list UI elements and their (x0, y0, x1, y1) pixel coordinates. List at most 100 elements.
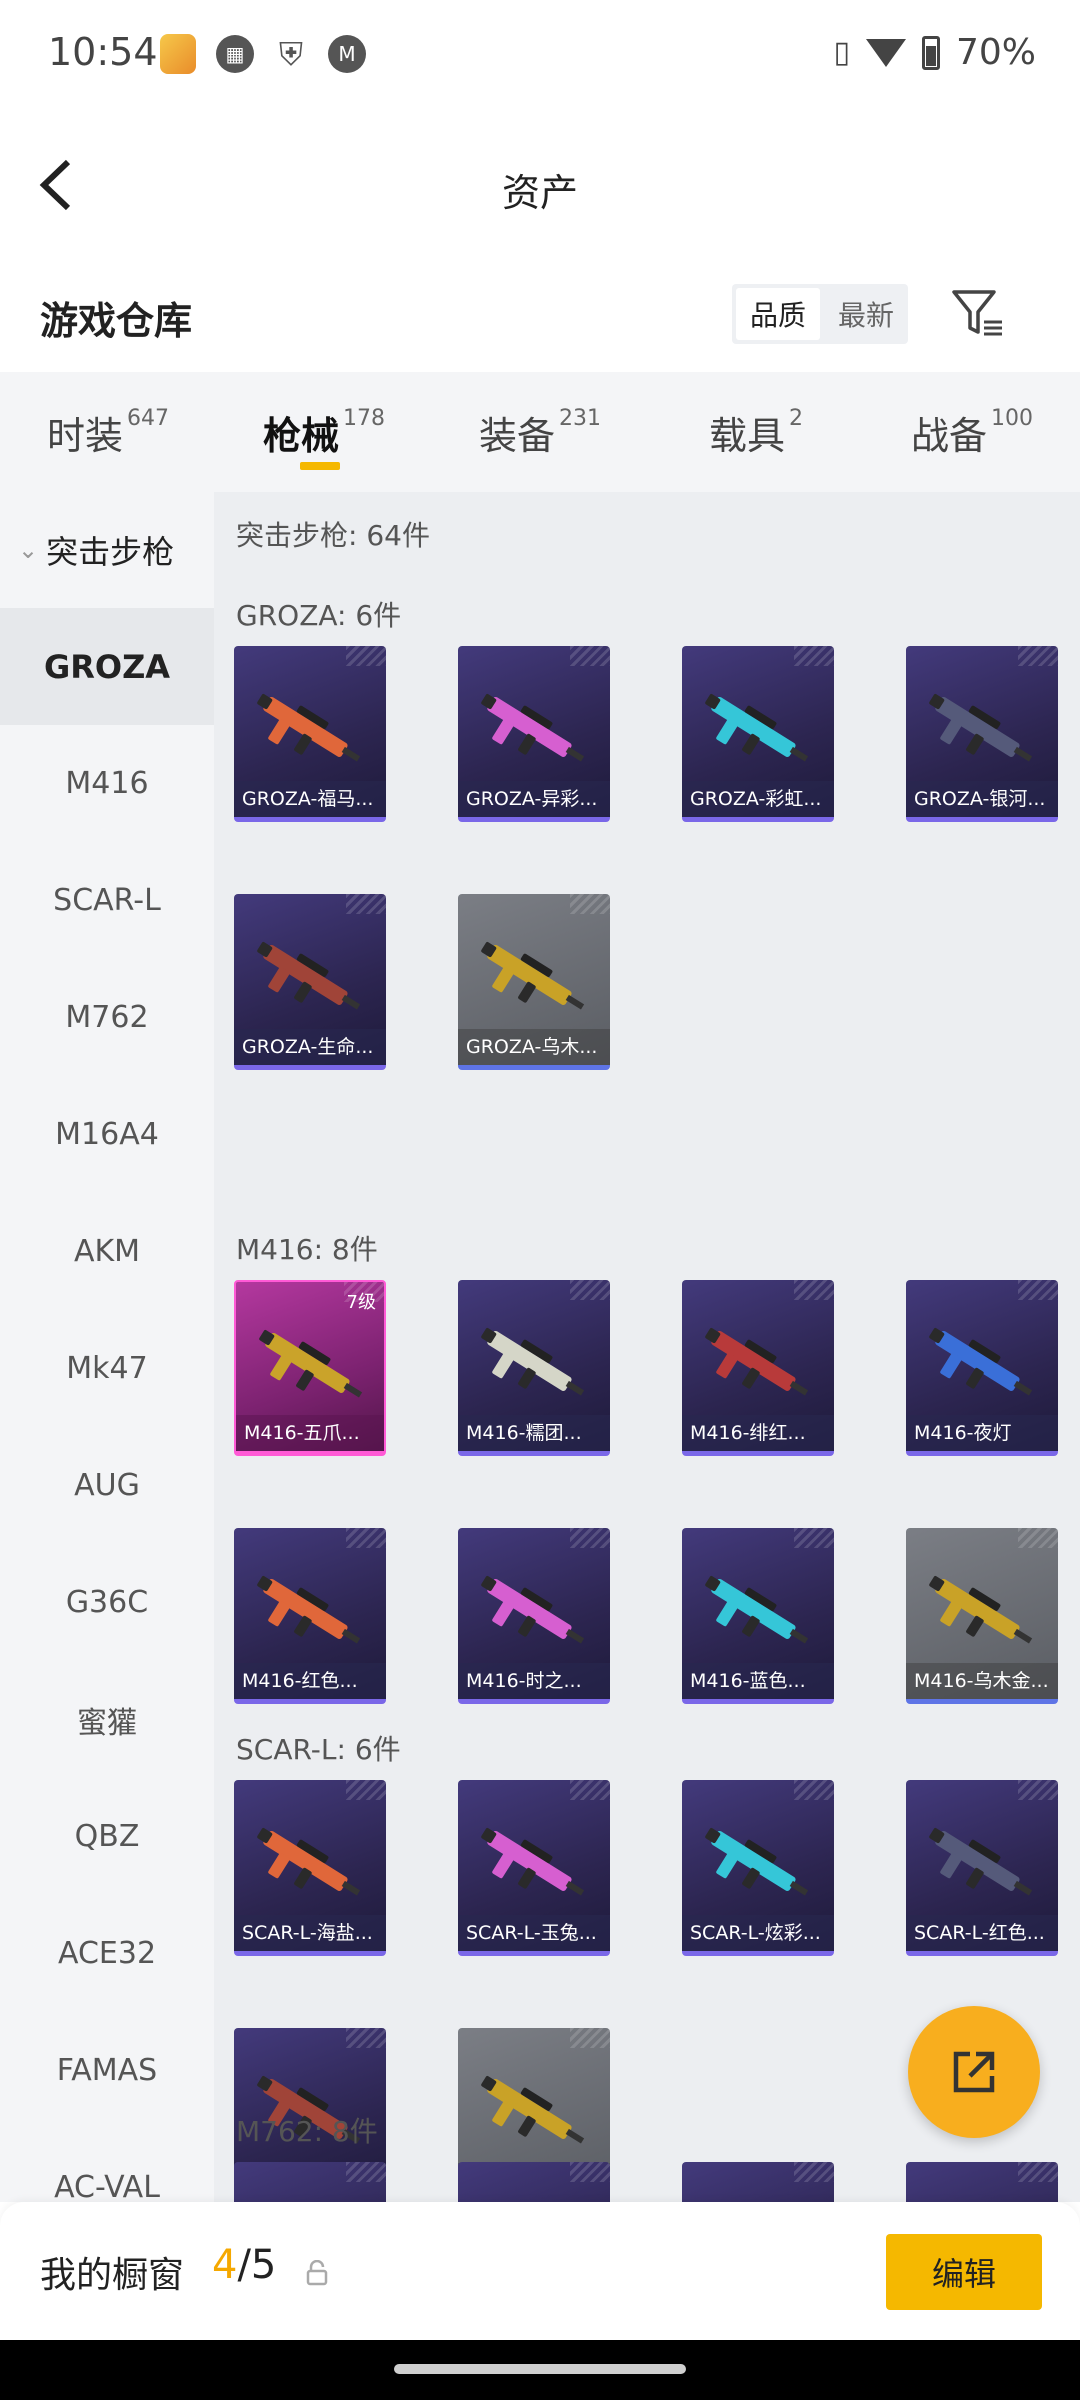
inventory-item-card[interactable]: M416-蓝色... (682, 1528, 834, 1704)
weapon-skin-image (257, 1576, 361, 1644)
inventory-item-card[interactable] (234, 2162, 386, 2202)
sidebar-item[interactable]: GROZA (0, 608, 214, 725)
weapon-skin-image (929, 694, 1033, 762)
showcase-bar: 我的橱窗 4/5 编辑 (0, 2202, 1080, 2340)
tab-count: 231 (559, 405, 601, 431)
calendar-icon: ▦ (216, 35, 254, 73)
item-name: SCAR-L-炫彩... (682, 1915, 834, 1951)
tab-battle-prep[interactable]: 战备 100 (864, 372, 1080, 492)
item-name: M416-夜灯 (906, 1415, 1058, 1451)
sidebar-item[interactable]: M416 (0, 725, 214, 842)
tab-label: 载具 (708, 413, 785, 458)
tab-count: 647 (127, 405, 169, 431)
tab-count: 178 (343, 405, 385, 431)
inventory-item-card[interactable]: SCAR-L-红色... (906, 1780, 1058, 1956)
inventory-item-card[interactable]: M416-红色... (234, 1528, 386, 1704)
sidebar-item[interactable]: G36C (0, 1544, 214, 1661)
status-system-icons: ▯ 70% (833, 32, 1036, 73)
weapon-skin-image (257, 1828, 361, 1896)
inventory-item-card[interactable]: M416-时之... (458, 1528, 610, 1704)
card-decoration (570, 646, 610, 666)
sidebar-category-header[interactable]: ⌄ 突击步枪 (0, 492, 214, 608)
sidebar-item[interactable]: M16A4 (0, 1076, 214, 1193)
sort-quality-button[interactable]: 品质 (736, 288, 820, 340)
edit-button[interactable]: 编辑 (886, 2234, 1042, 2310)
card-decoration (346, 646, 386, 666)
tab-indicator (300, 462, 340, 470)
card-decoration (570, 2028, 610, 2048)
battery-percent: 70% (955, 32, 1036, 73)
share-fab-button[interactable] (908, 2006, 1040, 2138)
card-decoration (794, 1280, 834, 1300)
weapon-skin-image (481, 1828, 585, 1896)
tab-label: 时装 (46, 413, 123, 458)
weapon-skin-image (705, 1576, 809, 1644)
tab-count: 100 (991, 405, 1033, 431)
warehouse-header: 游戏仓库 品质 最新 (0, 260, 1080, 372)
inventory-item-card[interactable]: M416-夜灯 (906, 1280, 1058, 1456)
inventory-item-card[interactable] (906, 2162, 1058, 2202)
status-bar: 10:54 ▦ ⛨ M ▯ 70% (0, 0, 1080, 110)
inventory-item-card[interactable]: GROZA-银河... (906, 646, 1058, 822)
sidebar-category-label: 突击步枪 (46, 533, 175, 571)
weapon-skin-image (481, 694, 585, 762)
card-decoration (570, 1780, 610, 1800)
home-gesture-pill[interactable] (394, 2364, 686, 2374)
tab-count: 2 (789, 405, 803, 431)
weapon-skin-image (481, 1328, 585, 1396)
tab-equipment[interactable]: 装备 231 (432, 372, 648, 492)
card-decoration (794, 1528, 834, 1548)
group-title: SCAR-L: 6件 (236, 1733, 401, 1766)
sidebar-item[interactable]: FAMAS (0, 2012, 214, 2129)
motorola-icon: M (328, 35, 366, 73)
weapon-skin-image (257, 694, 361, 762)
card-decoration (570, 894, 610, 914)
sidebar-item[interactable]: Mk47 (0, 1310, 214, 1427)
inventory-item-card[interactable]: GROZA-乌木... (458, 894, 610, 1070)
inventory-item-card[interactable]: SCAR-L-海盐... (234, 1780, 386, 1956)
inventory-item-card[interactable]: GROZA-彩虹... (682, 646, 834, 822)
item-name: GROZA-福马... (234, 781, 386, 817)
sidebar-item[interactable]: AUG (0, 1427, 214, 1544)
tab-fashion[interactable]: 时装 647 (0, 372, 216, 492)
category-summary: 突击步枪: 64件 (236, 519, 430, 552)
sort-latest-button[interactable]: 最新 (824, 284, 908, 344)
tab-vehicles[interactable]: 载具 2 (648, 372, 864, 492)
inventory-item-card[interactable] (458, 2162, 610, 2202)
weapon-skin-image (259, 1330, 363, 1398)
inventory-item-card[interactable] (682, 2162, 834, 2202)
sidebar-item[interactable]: SCAR-L (0, 842, 214, 959)
inventory-item-card[interactable]: GROZA-生命... (234, 894, 386, 1070)
sidebar-item[interactable]: AKM (0, 1193, 214, 1310)
sidebar-item[interactable]: QBZ (0, 1778, 214, 1895)
inventory-item-card[interactable]: M416-乌木金... (906, 1528, 1058, 1704)
inventory-item-card[interactable]: GROZA-异彩... (458, 646, 610, 822)
item-name: M416-蓝色... (682, 1663, 834, 1699)
inventory-item-card[interactable]: SCAR-L-玉兔... (458, 1780, 610, 1956)
sidebar-item[interactable]: M762 (0, 959, 214, 1076)
item-name: M416-绯红... (682, 1415, 834, 1451)
inventory-item-card[interactable]: GROZA-福马... (234, 646, 386, 822)
tab-guns[interactable]: 枪械 178 (216, 372, 432, 492)
group-title: M416: 8件 (236, 1233, 378, 1266)
inventory-item-card[interactable]: M416-绯红... (682, 1280, 834, 1456)
external-link-icon (953, 2051, 995, 2093)
inventory-item-card[interactable]: 7级 M416-五爪... (234, 1280, 386, 1456)
filter-icon[interactable] (950, 286, 1006, 342)
card-decoration (346, 1528, 386, 1548)
weapon-skin-image (481, 1576, 585, 1644)
card-decoration (1018, 646, 1058, 666)
item-grid (234, 2162, 1060, 2202)
sidebar-item[interactable]: AC-VAL (0, 2129, 214, 2202)
card-decoration (1018, 1780, 1058, 1800)
sidebar-item[interactable]: ACE32 (0, 1895, 214, 2012)
showcase-count: 4/5 (212, 2242, 276, 2288)
showcase-current: 4 (212, 2242, 238, 2288)
inventory-item-card[interactable]: M416-糯团... (458, 1280, 610, 1456)
warehouse-title: 游戏仓库 (40, 299, 193, 343)
vibrate-icon: ▯ (833, 35, 850, 70)
inventory-item-card[interactable]: SCAR-L-炫彩... (682, 1780, 834, 1956)
status-notification-icons: ▦ ⛨ M (160, 34, 366, 74)
card-decoration (570, 2162, 610, 2182)
sidebar-item[interactable]: 蜜獾 (0, 1661, 214, 1778)
